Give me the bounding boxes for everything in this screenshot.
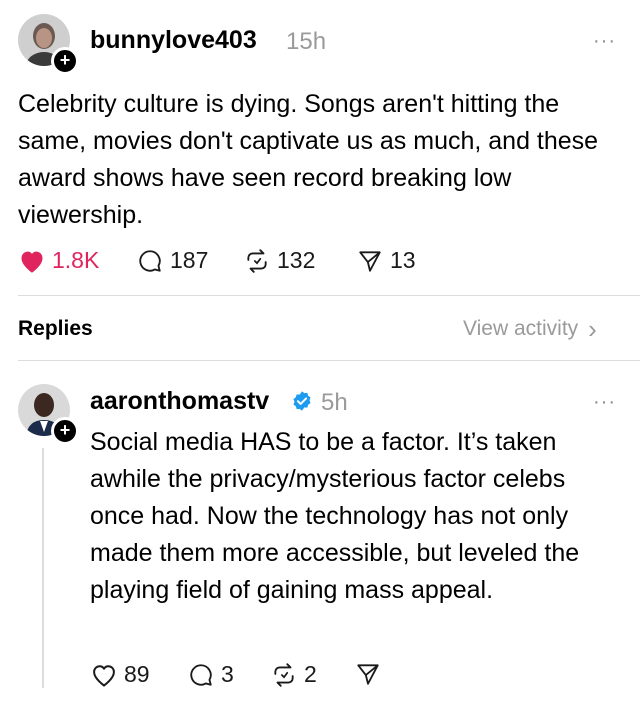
- comment-icon: [190, 663, 212, 686]
- send-icon: [359, 250, 381, 272]
- repost-icon: [247, 248, 267, 273]
- share-count: 13: [390, 247, 416, 273]
- verified-badge-icon: [291, 390, 313, 417]
- reply-repost-button[interactable]: 2: [270, 661, 317, 688]
- comment-count: 187: [170, 247, 209, 273]
- reply-comment-count: 3: [221, 661, 234, 687]
- reply-repost-count: 2: [304, 661, 317, 687]
- comment-button[interactable]: 187: [136, 247, 208, 274]
- repost-button[interactable]: 132: [243, 247, 315, 274]
- view-activity-link[interactable]: View activity ›: [463, 313, 597, 344]
- heart-filled-icon: [21, 251, 43, 273]
- view-activity-label: View activity: [463, 317, 579, 340]
- post-time: 15h: [286, 28, 327, 55]
- reply-like-button[interactable]: 89: [90, 661, 150, 688]
- post-username[interactable]: bunnylove403: [90, 26, 257, 55]
- chevron-right-icon: ›: [588, 313, 597, 344]
- replies-label: Replies: [18, 317, 93, 340]
- follow-plus-icon[interactable]: +: [51, 417, 79, 445]
- divider-top: [18, 295, 640, 296]
- more-options-icon[interactable]: ···: [593, 30, 616, 53]
- more-options-icon[interactable]: ···: [593, 391, 616, 414]
- like-count: 1.8K: [52, 247, 100, 273]
- comment-icon: [139, 249, 161, 272]
- reply-share-button[interactable]: [354, 661, 388, 687]
- post-text: Celebrity culture is dying. Songs aren't…: [18, 90, 599, 229]
- repost-icon: [274, 662, 294, 687]
- reply-username[interactable]: aaronthomastv: [90, 387, 269, 416]
- heart-icon: [93, 664, 115, 687]
- send-icon: [357, 664, 379, 685]
- follow-plus-icon[interactable]: +: [51, 47, 79, 75]
- reply-text: Social media HAS to be a factor. It’s ta…: [90, 428, 580, 604]
- divider-bottom: [18, 360, 640, 361]
- reply-like-count: 89: [124, 661, 150, 687]
- reply-time: 5h: [321, 389, 348, 416]
- share-button[interactable]: 13: [356, 247, 416, 274]
- thread-line: [42, 448, 44, 688]
- like-button[interactable]: 1.8K: [18, 247, 99, 274]
- reply-comment-button[interactable]: 3: [187, 661, 234, 688]
- repost-count: 132: [277, 247, 316, 273]
